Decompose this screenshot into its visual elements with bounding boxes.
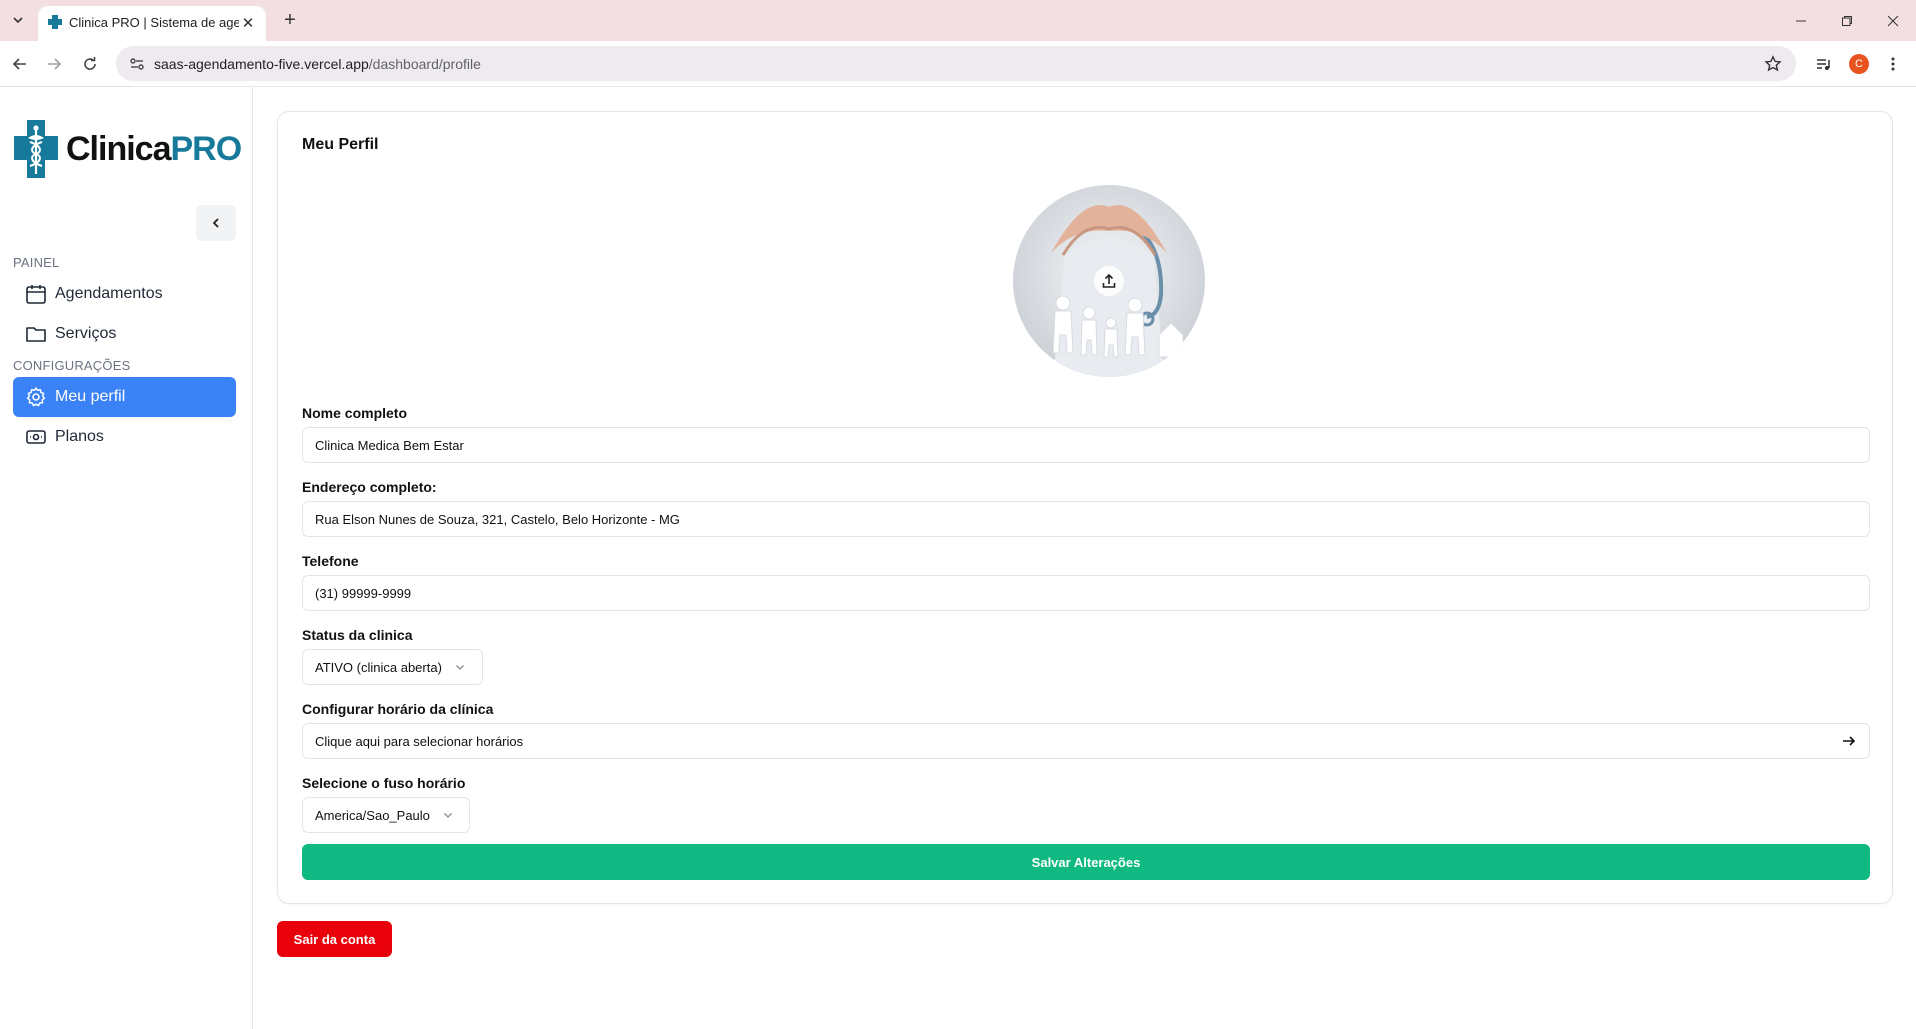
playlist-icon (1817, 59, 1830, 70)
address-bar[interactable]: saas-agendamento-five.vercel.app/dashboa… (116, 46, 1796, 81)
address-label: Endereço completo: (302, 479, 437, 495)
browser-toolbar: saas-agendamento-five.vercel.app/dashboa… (0, 41, 1916, 87)
gear-icon (25, 386, 47, 408)
chevron-down-icon (454, 661, 466, 673)
profile-button[interactable]: C (1846, 51, 1872, 77)
media-controls-button[interactable] (1810, 51, 1836, 77)
bookmark-star-icon[interactable] (1762, 53, 1784, 75)
sidebar-item-servicos[interactable]: Serviços (13, 314, 236, 354)
logo[interactable]: ClinicaPRO (14, 120, 242, 178)
tab-list-button[interactable] (6, 8, 30, 32)
calendar-icon (25, 283, 47, 305)
collapse-sidebar-button[interactable] (196, 205, 236, 241)
minimize-button[interactable] (1778, 0, 1824, 41)
address-input-value: Rua Elson Nunes de Souza, 321, Castelo, … (315, 511, 680, 527)
browser-menu-button[interactable] (1880, 51, 1906, 77)
status-select[interactable]: ATIVO (clinica aberta) (302, 649, 483, 685)
status-select-value: ATIVO (clinica aberta) (315, 659, 442, 675)
timezone-select-value: America/Sao_Paulo (315, 807, 430, 823)
logo-text-primary: Clinica (66, 129, 171, 168)
banknote-icon (25, 426, 47, 448)
logo-text: ClinicaPRO (66, 129, 242, 169)
hours-selector-button[interactable]: Clique aqui para selecionar horários (302, 723, 1870, 759)
forward-button[interactable] (41, 51, 67, 77)
main-content: Meu Perfil Nome completo Clinica Medica … (253, 87, 1916, 1029)
profile-avatar-image[interactable] (1013, 185, 1205, 377)
arrow-left-icon (12, 58, 26, 70)
sidebar-item-agendamentos[interactable]: Agendamentos (13, 274, 236, 314)
address-input[interactable]: Rua Elson Nunes de Souza, 321, Castelo, … (302, 501, 1870, 537)
browser-tab-bar: Clinica PRO | Sistema de agendamento ✕ + (0, 0, 1916, 41)
url-host: saas-agendamento-five.vercel.app (154, 56, 369, 72)
status-label: Status da clinica (302, 627, 413, 643)
name-input[interactable]: Clinica Medica Bem Estar (302, 427, 1870, 463)
profile-avatar: C (1849, 54, 1869, 74)
close-tab-icon[interactable]: ✕ (238, 13, 258, 33)
browser-tab[interactable]: Clinica PRO | Sistema de agendamento ✕ (38, 6, 266, 41)
sidebar-item-planos[interactable]: Planos (13, 417, 236, 457)
sidebar-item-label: Planos (55, 428, 104, 445)
hours-selector-text: Clique aqui para selecionar horários (315, 733, 524, 749)
sidebar-item-meu-perfil[interactable]: Meu perfil (13, 377, 236, 417)
clinic-cross-favicon-icon (47, 14, 63, 35)
app-container: ClinicaPRO PAINEL Agendamentos Serviços … (0, 87, 1916, 1029)
restore-button[interactable] (1824, 0, 1870, 41)
sidebar-item-label: Serviços (55, 325, 117, 342)
site-info-icon[interactable] (127, 54, 147, 74)
restore-icon (1842, 15, 1852, 26)
medical-cross-caduceus-icon (14, 120, 58, 178)
section-label-configuracoes: CONFIGURAÇÕES (13, 358, 131, 373)
save-changes-button[interactable]: Salvar Alterações (302, 844, 1870, 880)
chevron-down-icon (442, 809, 454, 821)
close-icon (1887, 15, 1899, 26)
phone-input-value: (31) 99999-9999 (315, 585, 412, 601)
timezone-select[interactable]: America/Sao_Paulo (302, 797, 470, 833)
name-input-value: Clinica Medica Bem Estar (315, 437, 464, 453)
folder-icon (25, 323, 47, 345)
tab-title: Clinica PRO | Sistema de agendamento (69, 15, 239, 30)
hours-label: Configurar horário da clínica (302, 701, 494, 717)
url-text: saas-agendamento-five.vercel.app/dashboa… (154, 56, 481, 72)
chevron-left-icon (212, 218, 219, 228)
name-label: Nome completo (302, 405, 408, 421)
sidebar-item-label: Agendamentos (55, 285, 163, 302)
logo-text-accent: PRO (170, 129, 242, 168)
arrow-right-icon (48, 58, 62, 70)
phone-input[interactable]: (31) 99999-9999 (302, 575, 1870, 611)
reload-button[interactable] (77, 51, 103, 77)
chevron-down-icon (13, 17, 23, 24)
back-button[interactable] (7, 51, 33, 77)
section-label-painel: PAINEL (13, 255, 60, 270)
new-tab-button[interactable]: + (278, 8, 302, 32)
page-title: Meu Perfil (302, 136, 379, 153)
url-path: /dashboard/profile (368, 56, 481, 72)
arrow-right-icon (1841, 733, 1857, 749)
reload-icon (84, 57, 96, 70)
sidebar-item-label: Meu perfil (55, 388, 126, 405)
upload-icon[interactable] (1094, 266, 1124, 296)
close-window-button[interactable] (1870, 0, 1916, 41)
window-controls (1778, 0, 1916, 41)
profile-card: Meu Perfil Nome completo Clinica Medica … (277, 111, 1893, 904)
logout-button[interactable]: Sair da conta (277, 921, 392, 957)
minimize-icon (1796, 20, 1806, 21)
timezone-label: Selecione o fuso horário (302, 775, 466, 791)
sidebar: ClinicaPRO PAINEL Agendamentos Serviços … (0, 87, 253, 1029)
phone-label: Telefone (302, 553, 359, 569)
kebab-menu-icon (1891, 57, 1895, 71)
